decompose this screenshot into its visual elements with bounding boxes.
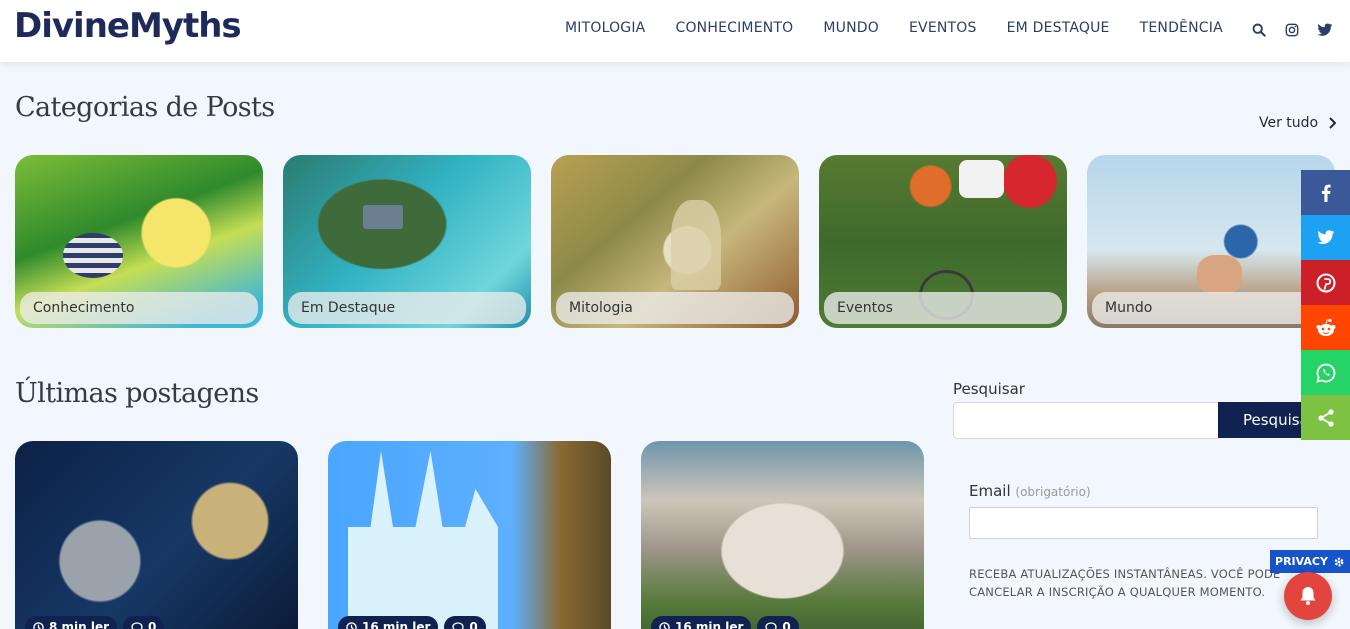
post-meta: 8 min ler 0 [25, 616, 165, 629]
share-bar [1301, 170, 1350, 440]
nav-conhecimento[interactable]: CONHECIMENTO [660, 20, 808, 36]
post-card[interactable]: 8 min ler 0 [15, 441, 298, 629]
twitter-share-button[interactable] [1301, 215, 1350, 260]
main-nav: MITOLOGIA CONHECIMENTO MUNDO EVENTOS EM … [550, 20, 1238, 36]
read-time-badge: 16 min ler [651, 616, 752, 629]
more-share-button[interactable] [1301, 395, 1350, 440]
category-label: Mitologia [556, 292, 794, 324]
category-list: Conhecimento Em Destaque Mitologia Event… [15, 155, 1335, 328]
notification-bell-button[interactable] [1284, 572, 1332, 620]
category-card-mundo[interactable]: Mundo [1087, 155, 1335, 328]
category-label: Mundo [1092, 292, 1330, 324]
post-meta: 16 min ler 0 [651, 616, 799, 629]
site-header: DivineMyths MITOLOGIA CONHECIMENTO MUNDO… [0, 0, 1350, 62]
subscribe-notice: RECEBA ATUALIZAÇÕES INSTANTÂNEAS. VOCÊ P… [969, 567, 1281, 599]
post-card[interactable]: 16 min ler 0 [328, 441, 611, 629]
instagram-icon[interactable] [1283, 21, 1301, 39]
nav-eventos[interactable]: EVENTOS [894, 20, 992, 36]
comment-count: 0 [782, 620, 791, 629]
comment-count: 0 [148, 620, 157, 629]
site-logo[interactable]: DivineMyths [14, 6, 242, 46]
facebook-icon [1321, 184, 1331, 202]
see-all-link[interactable]: Ver tudo [1259, 115, 1337, 131]
chevron-right-icon [1329, 117, 1337, 129]
pinterest-icon [1316, 273, 1335, 292]
search-icon[interactable] [1250, 21, 1268, 39]
categories-title: Categorias de Posts [15, 92, 275, 123]
category-label: Conhecimento [20, 292, 258, 324]
post-meta: 16 min ler 0 [338, 616, 486, 629]
reddit-icon [1316, 318, 1335, 336]
email-field[interactable] [969, 507, 1318, 539]
hat-image [63, 233, 123, 278]
comments-badge[interactable]: 0 [444, 616, 486, 629]
church-image [348, 451, 498, 629]
read-time-badge: 16 min ler [338, 616, 439, 629]
email-label: Email (obrigatório) [969, 482, 1091, 500]
nav-em-destaque[interactable]: EM DESTAQUE [992, 20, 1125, 36]
category-card-em-destaque[interactable]: Em Destaque [283, 155, 531, 328]
share-icon [1317, 408, 1334, 427]
comment-icon [452, 621, 465, 629]
nav-mundo[interactable]: MUNDO [808, 20, 894, 36]
read-time-badge: 8 min ler [25, 616, 118, 629]
post-list: 8 min ler 0 16 min ler 0 16 min ler 0 [15, 441, 924, 629]
clock-icon [346, 621, 357, 629]
whatsapp-icon [1315, 363, 1335, 383]
search-label: Pesquisar [953, 380, 1025, 398]
category-card-mitologia[interactable]: Mitologia [551, 155, 799, 328]
header-icons [1250, 21, 1334, 39]
twitter-icon [1316, 230, 1334, 245]
bell-icon [1300, 587, 1316, 605]
read-time: 16 min ler [362, 620, 431, 629]
pinterest-share-button[interactable] [1301, 260, 1350, 305]
email-label-text: Email [969, 482, 1011, 500]
comment-icon [131, 621, 143, 629]
hand-image [1197, 255, 1242, 295]
fairy-image [671, 200, 721, 290]
privacy-label: PRIVACY [1275, 555, 1328, 568]
house-image [363, 205, 403, 229]
reddit-share-button[interactable] [1301, 305, 1350, 350]
privacy-button[interactable]: PRIVACY [1270, 550, 1350, 573]
twitter-icon[interactable] [1316, 21, 1334, 39]
category-label: Em Destaque [288, 292, 526, 324]
comments-badge[interactable]: 0 [757, 616, 799, 629]
category-card-eventos[interactable]: Eventos [819, 155, 1067, 328]
comment-count: 0 [469, 620, 478, 629]
clock-icon [33, 621, 44, 629]
nav-mitologia[interactable]: MITOLOGIA [550, 20, 660, 36]
search-input[interactable] [953, 402, 1219, 439]
comment-icon [765, 621, 778, 629]
latest-title: Últimas postagens [15, 378, 259, 409]
comments-badge[interactable]: 0 [123, 616, 165, 629]
facebook-share-button[interactable] [1301, 170, 1350, 215]
gear-icon [1334, 557, 1344, 566]
sneaker-image [959, 160, 1004, 198]
nav-tendencia[interactable]: TENDÊNCIA [1125, 20, 1238, 36]
see-all-label: Ver tudo [1259, 115, 1319, 131]
clock-icon [659, 621, 670, 629]
read-time: 8 min ler [49, 620, 110, 629]
post-card[interactable]: 16 min ler 0 [641, 441, 924, 629]
category-card-conhecimento[interactable]: Conhecimento [15, 155, 263, 328]
read-time: 16 min ler [675, 620, 744, 629]
category-label: Eventos [824, 292, 1062, 324]
email-required-note: (obrigatório) [1015, 485, 1091, 499]
whatsapp-share-button[interactable] [1301, 350, 1350, 395]
